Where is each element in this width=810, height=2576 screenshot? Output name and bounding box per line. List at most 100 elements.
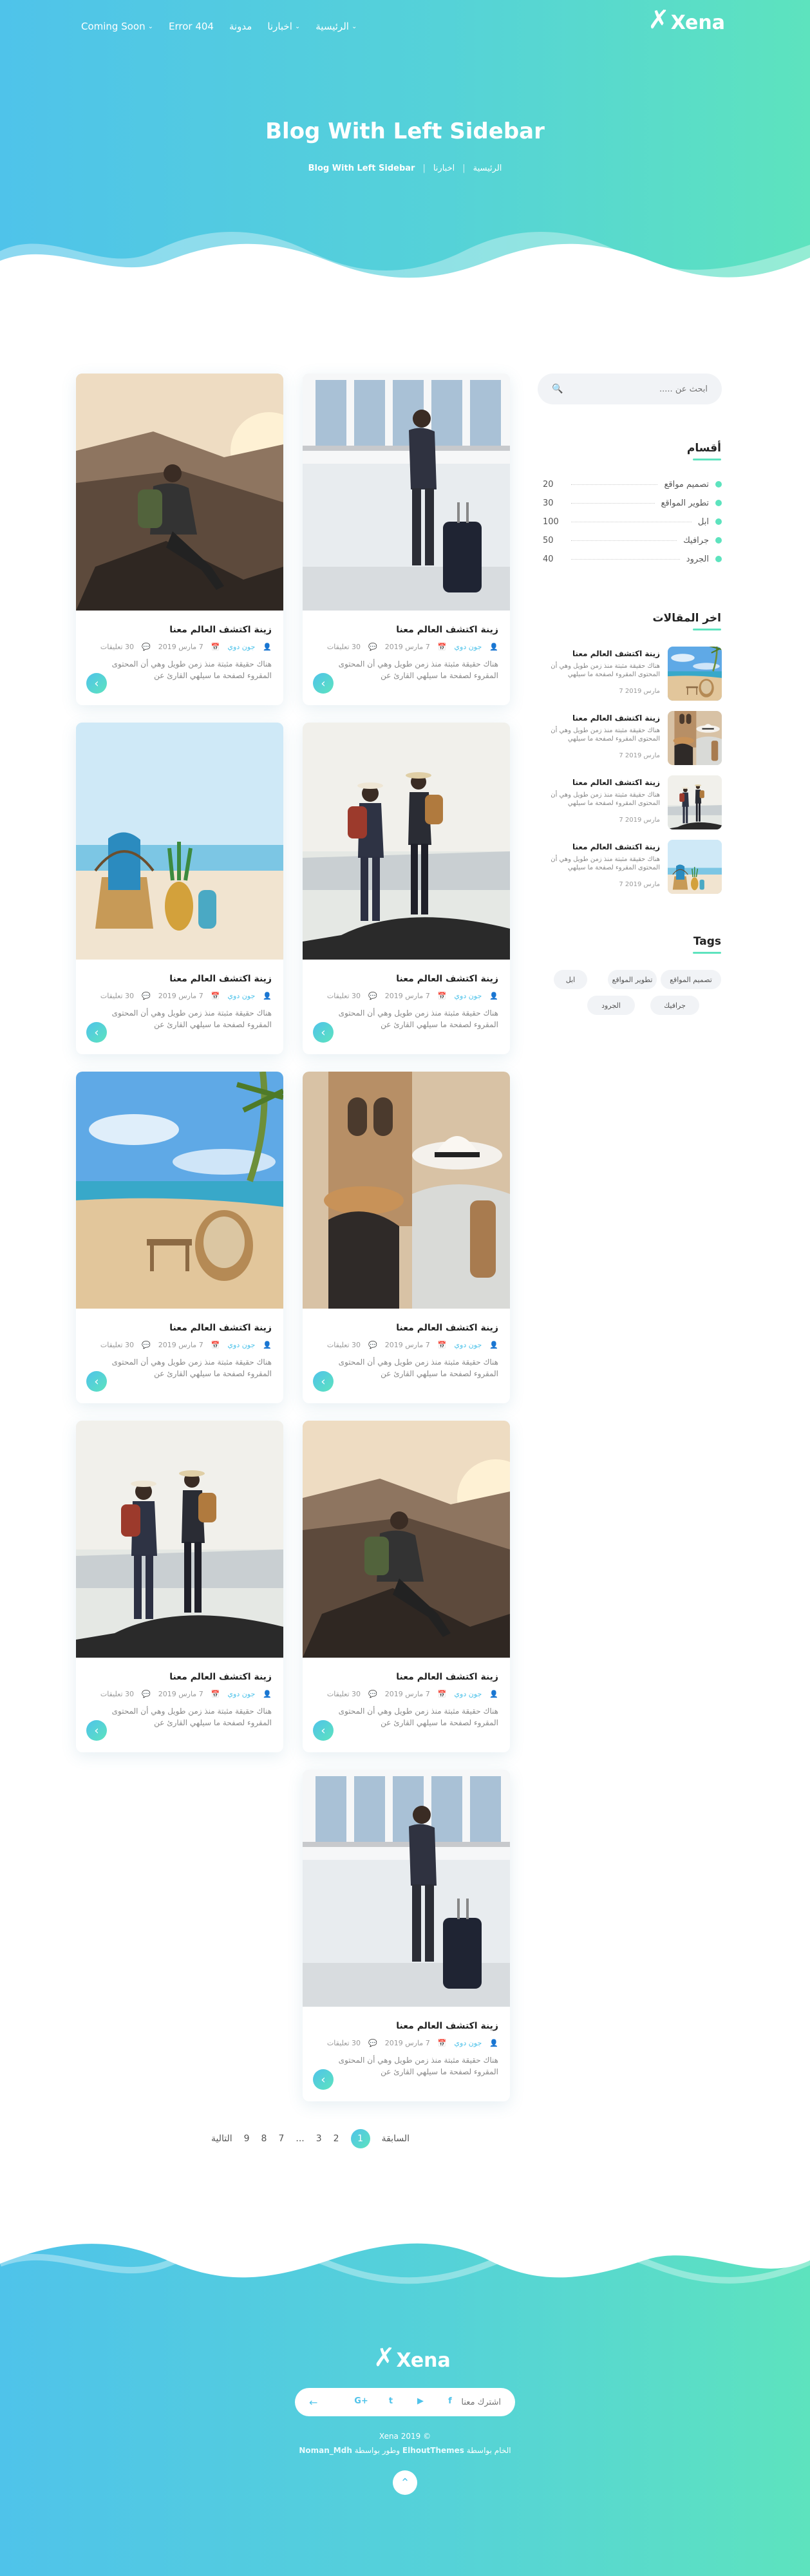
category-name[interactable]: ابل <box>698 517 709 527</box>
post-author[interactable]: جون دوي <box>454 1341 482 1349</box>
category-item[interactable]: 100 ابل <box>543 515 722 528</box>
post-author[interactable]: جون دوي <box>227 1341 255 1349</box>
pagination-page[interactable]: 7 <box>278 2134 284 2144</box>
footer-logo[interactable]: ✗ Xena <box>373 2343 451 2372</box>
credits-brand-link[interactable]: ElhoutThemes <box>402 2446 464 2455</box>
post-comments[interactable]: 30 تعليقات <box>100 1341 134 1349</box>
read-more-button[interactable]: ‹ <box>86 1720 107 1741</box>
post-comments[interactable]: 30 تعليقات <box>327 1690 361 1698</box>
nav-item-3[interactable]: اخبارنا ⌄ <box>267 21 300 32</box>
read-more-button[interactable]: ‹ <box>86 1022 107 1043</box>
recent-post-thumbnail[interactable] <box>668 840 722 894</box>
recent-post-title[interactable]: زينة اكتشف العالم معنا <box>572 714 660 723</box>
category-item[interactable]: 40 الجرود <box>543 553 722 565</box>
post-author[interactable]: جون دوي <box>454 643 482 651</box>
post-author[interactable]: جون دوي <box>227 1690 255 1698</box>
tag-item[interactable]: الجرود <box>587 996 635 1015</box>
nav-item-1[interactable]: Error 404 <box>169 21 214 32</box>
recent-post-item[interactable]: زينة اكتشف العالم معنا هناك حقيقة مثبتة … <box>538 647 722 701</box>
recent-post-thumbnail[interactable] <box>668 647 722 701</box>
pagination-page[interactable]: ... <box>296 2134 304 2144</box>
post-title[interactable]: زينة اكتشف العالم معنا <box>169 625 272 635</box>
pagination-prev[interactable]: السابقة <box>382 2134 410 2144</box>
pagination-page[interactable]: 3 <box>316 2134 322 2144</box>
post-title[interactable]: زينة اكتشف العالم معنا <box>396 974 498 984</box>
post-author[interactable]: جون دوي <box>454 992 482 1000</box>
post-card[interactable]: زينة اكتشف العالم معنا 👤 جون دوي 📅 7 مار… <box>303 1421 510 1752</box>
post-image[interactable] <box>76 1421 283 1658</box>
post-image[interactable] <box>303 723 510 960</box>
post-title[interactable]: زينة اكتشف العالم معنا <box>169 1672 272 1682</box>
category-item[interactable]: 30 تطوير المواقع <box>543 497 722 509</box>
pagination-page[interactable]: 9 <box>244 2134 250 2144</box>
read-more-button[interactable]: ‹ <box>313 673 334 694</box>
post-image[interactable] <box>76 723 283 960</box>
post-card[interactable]: زينة اكتشف العالم معنا 👤 جون دوي 📅 7 مار… <box>76 374 283 705</box>
post-author[interactable]: جون دوي <box>454 1690 482 1698</box>
recent-post-title[interactable]: زينة اكتشف العالم معنا <box>572 842 660 851</box>
category-name[interactable]: تطوير المواقع <box>661 498 709 508</box>
post-author[interactable]: جون دوي <box>227 643 255 651</box>
post-author[interactable]: جون دوي <box>227 992 255 1000</box>
read-more-button[interactable]: ‹ <box>313 1022 334 1043</box>
pagination-page[interactable]: 8 <box>261 2134 267 2144</box>
search-icon[interactable]: 🔍 <box>552 384 563 394</box>
recent-post-thumbnail[interactable] <box>668 711 722 765</box>
post-card[interactable]: زينة اكتشف العالم معنا 👤 جون دوي 📅 7 مار… <box>303 1770 510 2101</box>
post-title[interactable]: زينة اكتشف العالم معنا <box>396 1323 498 1333</box>
category-item[interactable]: 20 تصميم مواقع <box>543 478 722 491</box>
nav-item-4[interactable]: الرئيسية ⌄ <box>316 21 357 32</box>
post-comments[interactable]: 30 تعليقات <box>327 643 361 651</box>
recent-post-title[interactable]: زينة اكتشف العالم معنا <box>572 778 660 787</box>
post-title[interactable]: زينة اكتشف العالم معنا <box>396 2021 498 2031</box>
subscribe-arrow-icon[interactable]: ← <box>309 2396 317 2409</box>
post-card[interactable]: زينة اكتشف العالم معنا 👤 جون دوي 📅 7 مار… <box>303 1072 510 1403</box>
facebook-icon[interactable]: f <box>438 2389 462 2412</box>
back-to-top-button[interactable]: ⌃ <box>393 2470 417 2495</box>
post-image[interactable] <box>303 1072 510 1309</box>
recent-post-item[interactable]: زينة اكتشف العالم معنا هناك حقيقة مثبتة … <box>538 840 722 894</box>
post-image[interactable] <box>76 374 283 611</box>
tag-item[interactable]: تصميم المواقع <box>661 970 721 989</box>
pagination-page[interactable]: 1 <box>350 2129 370 2148</box>
post-title[interactable]: زينة اكتشف العالم معنا <box>169 974 272 984</box>
breadcrumb-item-1[interactable]: اخبارنا <box>433 164 455 173</box>
category-name[interactable]: الجرود <box>686 554 709 564</box>
breadcrumb-item-0[interactable]: الرئيسية <box>473 164 502 173</box>
category-item[interactable]: 50 جرافيك <box>543 534 722 547</box>
post-comments[interactable]: 30 تعليقات <box>327 992 361 1000</box>
category-name[interactable]: جرافيك <box>683 536 709 545</box>
tag-item[interactable]: جرافيك <box>650 996 699 1015</box>
recent-post-item[interactable]: زينة اكتشف العالم معنا هناك حقيقة مثبتة … <box>538 711 722 765</box>
post-comments[interactable]: 30 تعليقات <box>100 992 134 1000</box>
post-card[interactable]: زينة اكتشف العالم معنا 👤 جون دوي 📅 7 مار… <box>76 1072 283 1403</box>
post-comments[interactable]: 30 تعليقات <box>327 2039 361 2047</box>
site-logo[interactable]: ✗ Xena <box>648 5 725 35</box>
credits-dev-link[interactable]: Noman_Mdh <box>299 2446 352 2455</box>
youtube-icon[interactable]: ▶ <box>409 2389 432 2412</box>
post-title[interactable]: زينة اكتشف العالم معنا <box>169 1323 272 1333</box>
recent-post-item[interactable]: زينة اكتشف العالم معنا هناك حقيقة مثبتة … <box>538 775 722 829</box>
tag-item[interactable]: ابل <box>554 970 587 989</box>
recent-post-thumbnail[interactable] <box>668 775 722 829</box>
post-card[interactable]: زينة اكتشف العالم معنا 👤 جون دوي 📅 7 مار… <box>303 374 510 705</box>
post-image[interactable] <box>303 374 510 611</box>
pagination-page[interactable]: 2 <box>334 2134 339 2144</box>
post-card[interactable]: زينة اكتشف العالم معنا 👤 جون دوي 📅 7 مار… <box>76 723 283 1054</box>
nav-item-2[interactable]: مدونة <box>229 21 252 32</box>
post-card[interactable]: زينة اكتشف العالم معنا 👤 جون دوي 📅 7 مار… <box>303 723 510 1054</box>
pagination-next[interactable]: التالية <box>211 2134 232 2144</box>
post-comments[interactable]: 30 تعليقات <box>327 1341 361 1349</box>
read-more-button[interactable]: ‹ <box>86 673 107 694</box>
post-card[interactable]: زينة اكتشف العالم معنا 👤 جون دوي 📅 7 مار… <box>76 1421 283 1752</box>
post-comments[interactable]: 30 تعليقات <box>100 643 134 651</box>
read-more-button[interactable]: ‹ <box>313 1720 334 1741</box>
post-comments[interactable]: 30 تعليقات <box>100 1690 134 1698</box>
post-image[interactable] <box>303 1770 510 2007</box>
post-image[interactable] <box>76 1072 283 1309</box>
search-input[interactable] <box>566 384 708 394</box>
tag-item[interactable]: تطوير المواقع <box>608 970 657 989</box>
nav-item-0[interactable]: Coming Soon ⌄ <box>81 21 153 32</box>
post-title[interactable]: زينة اكتشف العالم معنا <box>396 1672 498 1682</box>
twitter-icon[interactable]: t <box>379 2389 402 2412</box>
